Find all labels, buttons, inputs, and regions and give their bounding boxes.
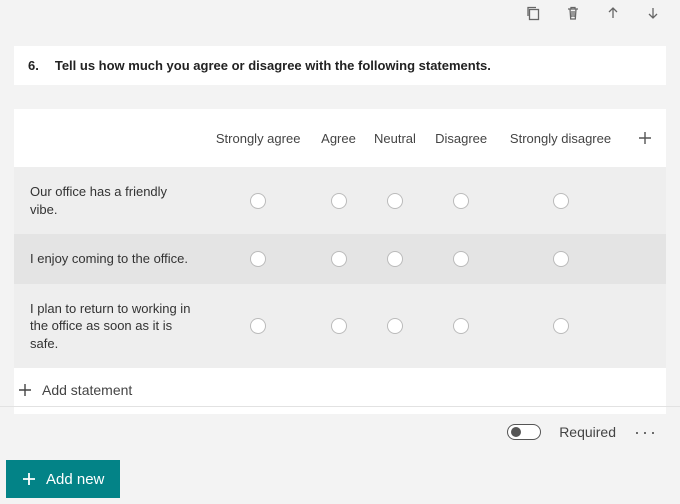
likert-statement[interactable]: I enjoy coming to the office. xyxy=(14,234,204,284)
more-options-icon[interactable]: ··· xyxy=(634,427,658,437)
question-toolbar xyxy=(524,4,662,22)
required-label: Required xyxy=(559,424,616,440)
delete-icon[interactable] xyxy=(564,4,582,22)
likert-statement[interactable]: I plan to return to working in the offic… xyxy=(14,284,204,369)
add-new-button[interactable]: Add new xyxy=(6,460,120,498)
likert-radio[interactable] xyxy=(553,318,569,334)
question-header[interactable]: 6. Tell us how much you agree or disagre… xyxy=(14,46,666,85)
add-statement-label: Add statement xyxy=(42,382,132,398)
add-new-label: Add new xyxy=(46,471,104,488)
likert-radio[interactable] xyxy=(553,193,569,209)
likert-radio[interactable] xyxy=(387,251,403,267)
required-toggle[interactable] xyxy=(507,424,541,440)
plus-icon xyxy=(18,383,32,397)
likert-row: I enjoy coming to the office. xyxy=(14,234,666,284)
likert-radio[interactable] xyxy=(250,251,266,267)
likert-radio[interactable] xyxy=(453,251,469,267)
likert-statement[interactable]: Our office has a friendly vibe. xyxy=(14,167,204,234)
likert-radio[interactable] xyxy=(387,193,403,209)
copy-icon[interactable] xyxy=(524,4,542,22)
question-text: Tell us how much you agree or disagree w… xyxy=(55,58,491,73)
question-number: 6. xyxy=(28,58,39,73)
likert-table: Strongly agree Agree Neutral Disagree St… xyxy=(14,109,666,368)
likert-radio[interactable] xyxy=(331,318,347,334)
add-statement-button[interactable]: Add statement xyxy=(14,368,666,414)
likert-col-header[interactable]: Strongly agree xyxy=(204,109,312,167)
likert-radio[interactable] xyxy=(250,193,266,209)
likert-card: Strongly agree Agree Neutral Disagree St… xyxy=(14,109,666,414)
likert-radio[interactable] xyxy=(453,193,469,209)
likert-radio[interactable] xyxy=(331,251,347,267)
likert-col-header[interactable]: Agree xyxy=(312,109,364,167)
add-column-button[interactable] xyxy=(634,127,656,149)
likert-col-header[interactable]: Strongly disagree xyxy=(497,109,624,167)
likert-row: I plan to return to working in the offic… xyxy=(14,284,666,369)
divider xyxy=(0,406,680,407)
likert-row: Our office has a friendly vibe. xyxy=(14,167,666,234)
likert-radio[interactable] xyxy=(250,318,266,334)
question-footer: Required ··· xyxy=(507,424,658,440)
likert-col-header[interactable]: Disagree xyxy=(425,109,497,167)
likert-col-header[interactable]: Neutral xyxy=(365,109,425,167)
likert-radio[interactable] xyxy=(387,318,403,334)
likert-radio[interactable] xyxy=(453,318,469,334)
move-down-icon[interactable] xyxy=(644,4,662,22)
move-up-icon[interactable] xyxy=(604,4,622,22)
likert-radio[interactable] xyxy=(331,193,347,209)
plus-icon xyxy=(22,472,36,486)
question-block: 6. Tell us how much you agree or disagre… xyxy=(14,46,666,414)
likert-radio[interactable] xyxy=(553,251,569,267)
